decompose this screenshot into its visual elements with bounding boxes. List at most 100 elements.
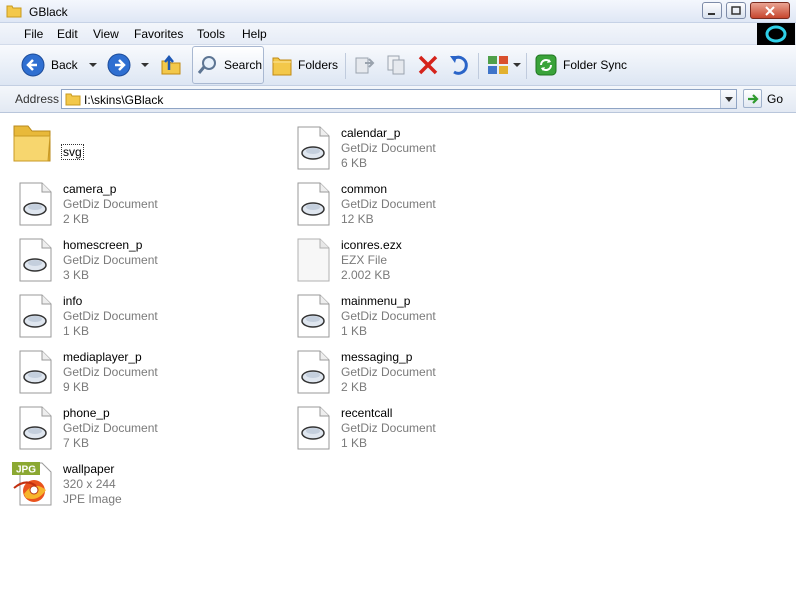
folders-label: Folders bbox=[298, 58, 339, 72]
file-type: GetDiz Document bbox=[341, 421, 436, 435]
delete-icon bbox=[418, 55, 438, 75]
chevron-down-icon[interactable] bbox=[88, 61, 98, 69]
file-size: 1 KB bbox=[63, 324, 90, 338]
file-size: 1 KB bbox=[341, 324, 368, 338]
file-name: wallpaper bbox=[63, 462, 115, 476]
maximize-button[interactable] bbox=[726, 2, 746, 19]
file-name: messaging_p bbox=[341, 350, 413, 364]
search-button[interactable]: Search bbox=[192, 46, 264, 84]
back-label: Back bbox=[51, 58, 78, 72]
file-item-common[interactable]: common GetDiz Document 12 KB bbox=[290, 180, 560, 234]
delete-button[interactable] bbox=[417, 45, 439, 85]
menu-edit[interactable]: Edit bbox=[57, 27, 78, 41]
getdiz-document-icon bbox=[297, 126, 330, 170]
file-name: svg bbox=[61, 144, 84, 160]
getdiz-document-icon bbox=[19, 350, 52, 394]
file-type: GetDiz Document bbox=[63, 365, 158, 379]
file-type: GetDiz Document bbox=[341, 365, 436, 379]
file-type: GetDiz Document bbox=[341, 309, 436, 323]
move-to-icon bbox=[355, 57, 375, 74]
image-dimensions: 320 x 244 bbox=[63, 477, 116, 491]
file-name: recentcall bbox=[341, 406, 393, 420]
file-name: mainmenu_p bbox=[341, 294, 411, 308]
file-name: camera_p bbox=[63, 182, 117, 196]
file-list: svg calendar_p GetDiz Document 6 KB came… bbox=[0, 114, 796, 596]
maximize-icon bbox=[731, 5, 741, 15]
file-name: iconres.ezx bbox=[341, 238, 402, 252]
address-input[interactable]: I:\skins\GBlack bbox=[61, 89, 737, 109]
file-item-mediaplayer-p[interactable]: mediaplayer_p GetDiz Document 9 KB bbox=[12, 348, 282, 402]
menu-tools[interactable]: Tools bbox=[197, 27, 225, 41]
forward-button[interactable] bbox=[106, 45, 150, 85]
minimize-icon bbox=[708, 12, 715, 15]
jpg-image-icon: JPG bbox=[12, 462, 52, 506]
folder-icon bbox=[6, 5, 22, 18]
file-item-iconres-ezx[interactable]: iconres.ezx EZX File 2.002 KB bbox=[290, 236, 560, 290]
move-to-button[interactable] bbox=[352, 45, 376, 85]
file-item-phone-p[interactable]: phone_p GetDiz Document 7 KB bbox=[12, 404, 282, 458]
file-size: 3 KB bbox=[63, 268, 90, 282]
folder-icon bbox=[65, 93, 81, 106]
title-bar: GBlack bbox=[0, 0, 796, 23]
views-button[interactable] bbox=[486, 45, 522, 85]
undo-button[interactable] bbox=[447, 45, 471, 85]
back-button[interactable]: Back bbox=[20, 45, 98, 85]
file-name: mediaplayer_p bbox=[63, 350, 142, 364]
file-item-info[interactable]: info GetDiz Document 1 KB bbox=[12, 292, 282, 346]
toolbar: Back Search Folders Folder Sync bbox=[0, 45, 796, 86]
folder-sync-button[interactable]: Folder Sync bbox=[534, 45, 627, 85]
up-folder-button[interactable] bbox=[159, 45, 183, 85]
blank-file-icon bbox=[297, 238, 330, 282]
chevron-down-icon[interactable] bbox=[140, 61, 150, 69]
go-label: Go bbox=[767, 92, 784, 106]
file-size: 6 KB bbox=[341, 156, 368, 170]
window-title: GBlack bbox=[29, 5, 68, 19]
file-type: GetDiz Document bbox=[63, 309, 158, 323]
address-path: I:\skins\GBlack bbox=[84, 93, 164, 107]
chevron-down-icon bbox=[513, 63, 521, 67]
go-arrow-icon bbox=[743, 89, 762, 108]
file-item-mainmenu-p[interactable]: mainmenu_p GetDiz Document 1 KB bbox=[290, 292, 560, 346]
brand-ring-icon bbox=[765, 25, 787, 43]
menu-file[interactable]: File bbox=[24, 27, 43, 41]
file-name: calendar_p bbox=[341, 126, 401, 140]
search-label: Search bbox=[224, 58, 263, 72]
file-item-messaging-p[interactable]: messaging_p GetDiz Document 2 KB bbox=[290, 348, 560, 402]
file-item-camera-p[interactable]: camera_p GetDiz Document 2 KB bbox=[12, 180, 282, 234]
forward-arrow-icon bbox=[107, 53, 131, 77]
menu-view[interactable]: View bbox=[93, 27, 119, 41]
getdiz-document-icon bbox=[19, 182, 52, 226]
file-size: 9 KB bbox=[63, 380, 90, 394]
back-arrow-icon bbox=[21, 53, 45, 77]
file-item-wallpaper[interactable]: JPG wallpaper 320 x 244 JPE Image bbox=[12, 460, 282, 514]
file-name: homescreen_p bbox=[63, 238, 143, 252]
toolbar-separator bbox=[526, 53, 527, 79]
close-button[interactable] bbox=[750, 2, 790, 19]
file-size: 1 KB bbox=[341, 436, 368, 450]
views-icon bbox=[488, 56, 508, 74]
copy-to-icon bbox=[387, 55, 405, 75]
file-type: GetDiz Document bbox=[63, 197, 158, 211]
file-item-svg[interactable]: svg bbox=[10, 120, 280, 174]
menu-help[interactable]: Help bbox=[242, 27, 267, 41]
file-size: 2.002 KB bbox=[341, 268, 391, 282]
file-item-homescreen-p[interactable]: homescreen_p GetDiz Document 3 KB bbox=[12, 236, 282, 290]
go-button[interactable]: Go bbox=[743, 89, 791, 109]
up-folder-icon bbox=[161, 54, 181, 75]
close-icon bbox=[765, 5, 775, 16]
file-item-recentcall[interactable]: recentcall GetDiz Document 1 KB bbox=[290, 404, 560, 458]
menu-favorites[interactable]: Favorites bbox=[134, 27, 183, 41]
getdiz-document-icon bbox=[297, 294, 330, 338]
copy-to-button[interactable] bbox=[385, 45, 409, 85]
address-bar: Address I:\skins\GBlack Go bbox=[0, 86, 796, 113]
file-name: phone_p bbox=[63, 406, 110, 420]
svg-text:JPG: JPG bbox=[16, 465, 36, 476]
folders-icon bbox=[272, 57, 292, 76]
address-dropdown-button[interactable] bbox=[720, 90, 736, 108]
folders-button[interactable]: Folders bbox=[271, 45, 338, 85]
minimize-button[interactable] bbox=[702, 2, 722, 19]
file-type: GetDiz Document bbox=[341, 197, 436, 211]
file-name: info bbox=[63, 294, 83, 308]
folder-icon bbox=[13, 125, 51, 162]
file-item-calendar-p[interactable]: calendar_p GetDiz Document 6 KB bbox=[290, 124, 560, 178]
